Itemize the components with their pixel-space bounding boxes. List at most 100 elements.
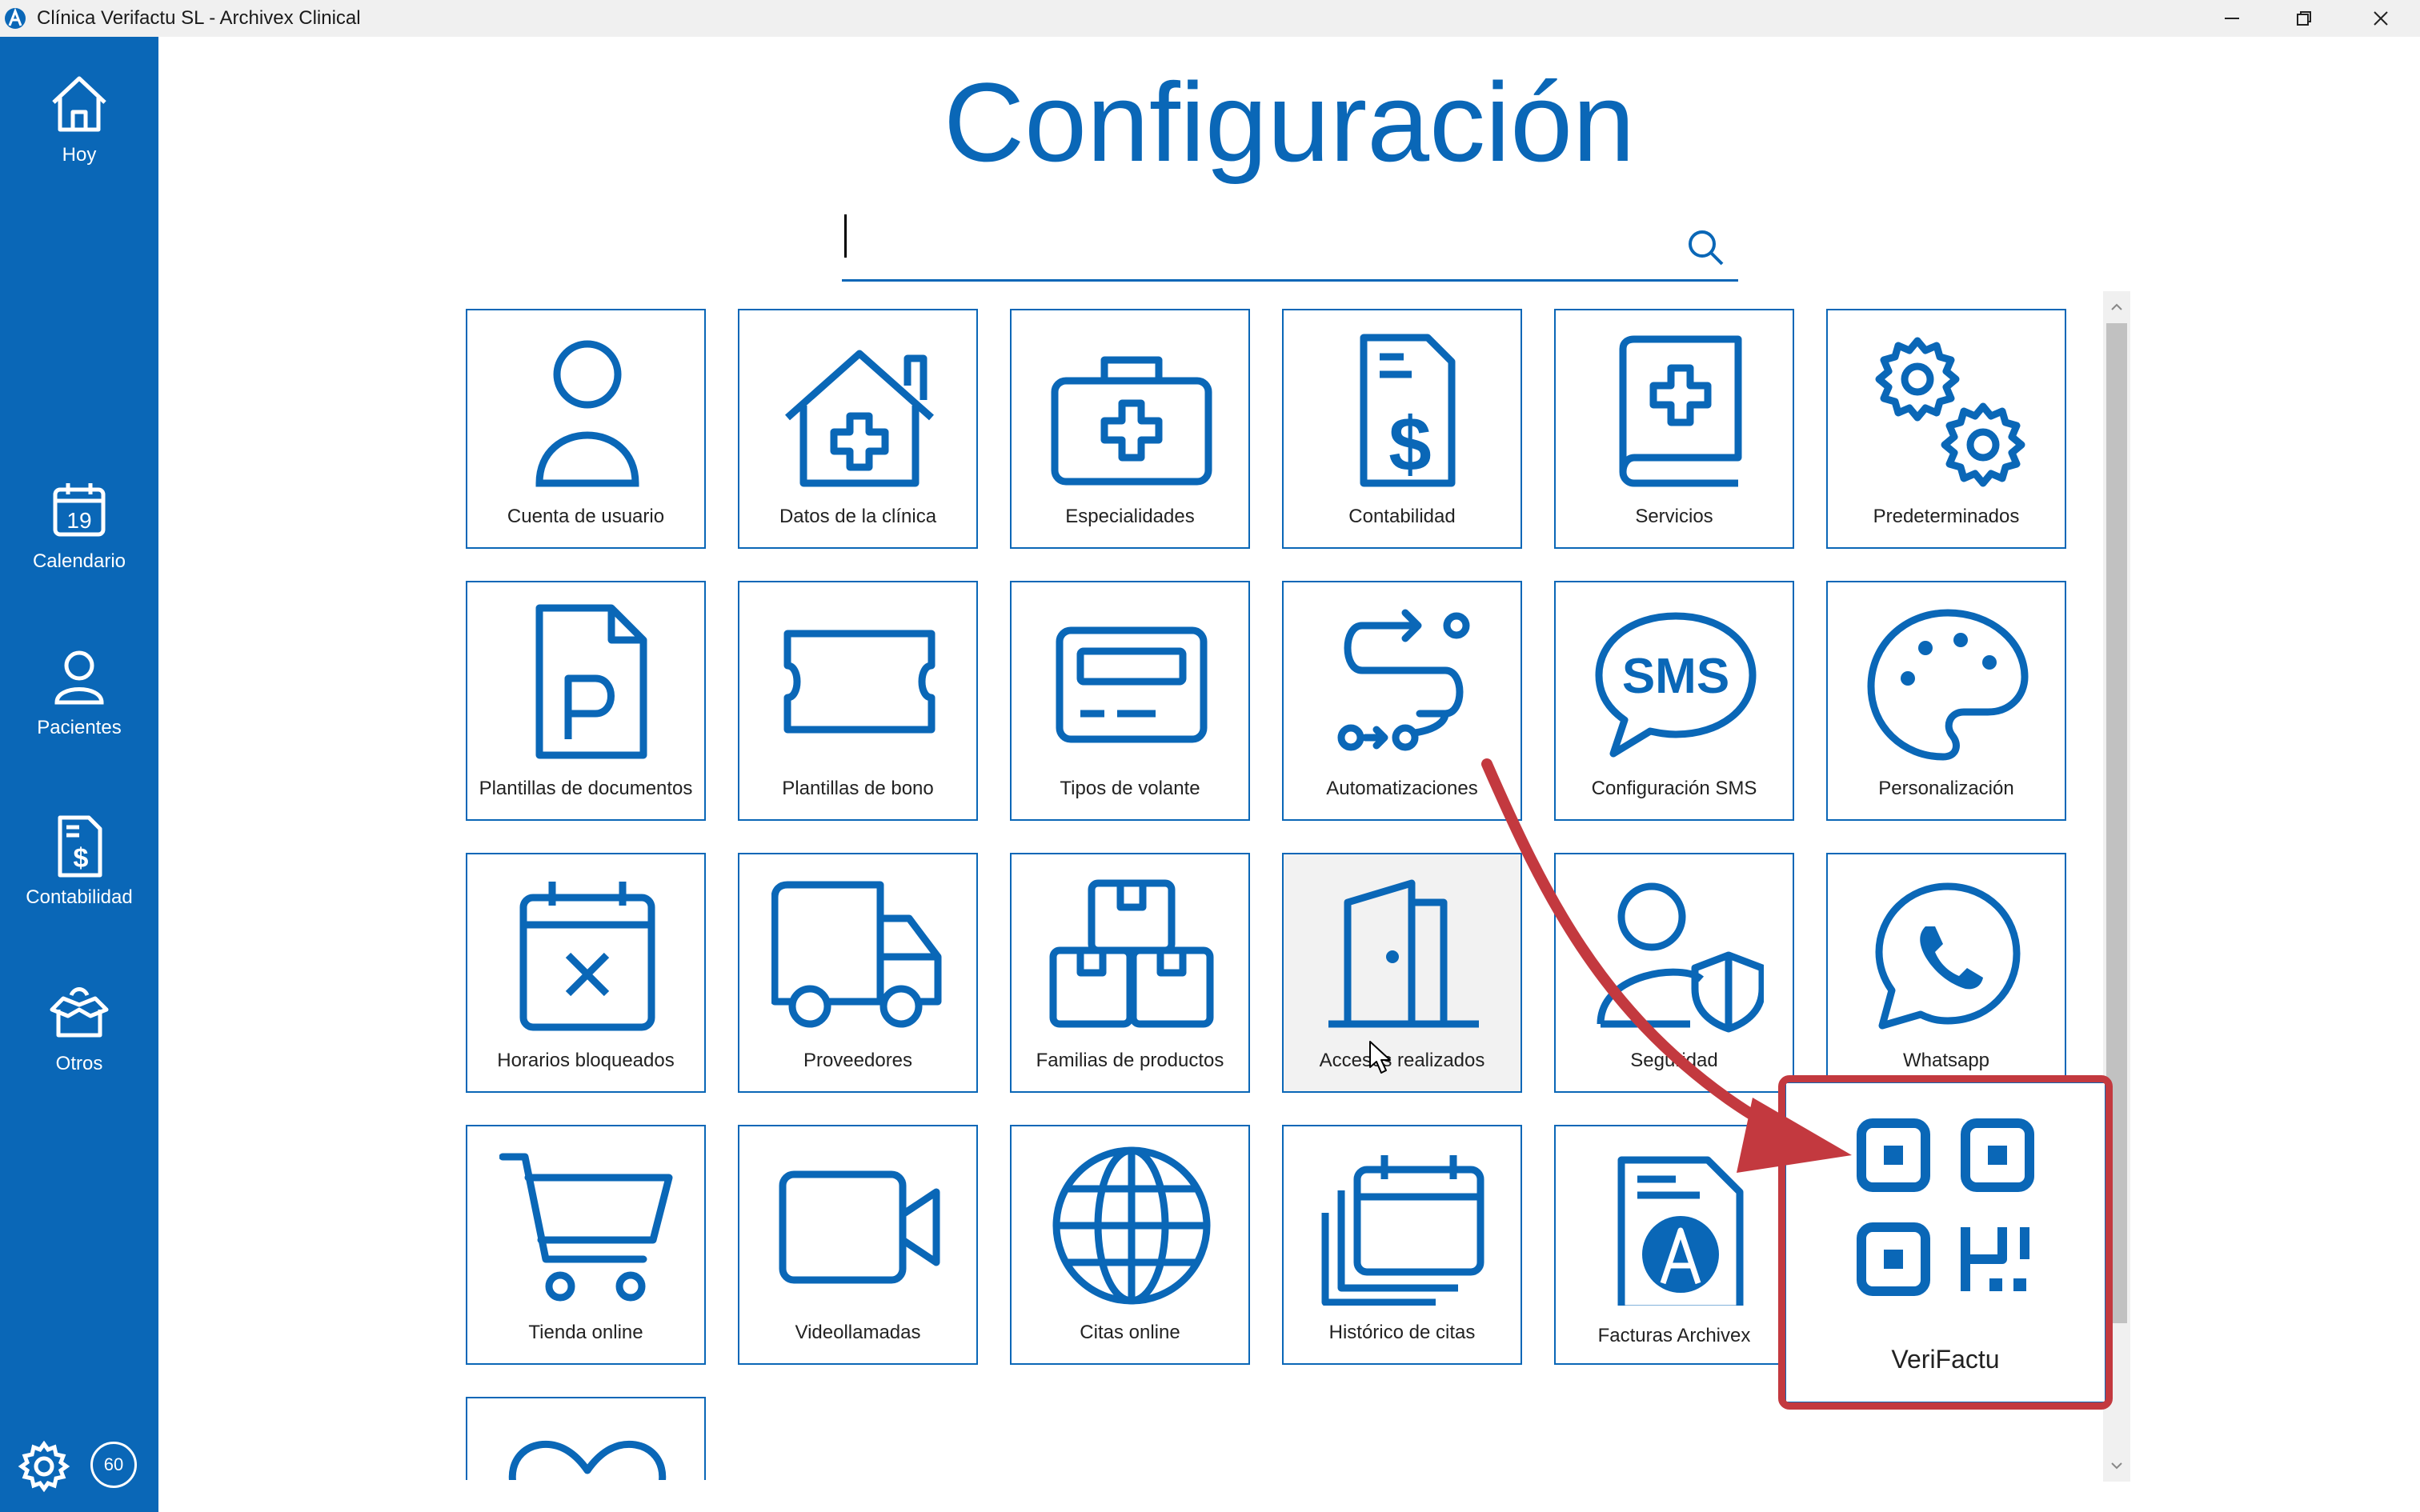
- tile-especialidades[interactable]: Especialidades: [1010, 309, 1250, 549]
- medical-kit-icon: [1051, 356, 1212, 486]
- tile-contabilidad[interactable]: $ Contabilidad: [1282, 309, 1522, 549]
- tile-label: Predeterminados: [1873, 506, 2020, 527]
- tile-plantillas-de-bono[interactable]: Plantillas de bono: [738, 581, 978, 821]
- tile-facturas-archivex[interactable]: Facturas Archivex: [1554, 1125, 1794, 1365]
- svg-text:SMS: SMS: [1622, 649, 1729, 704]
- tile-videollamadas[interactable]: Videollamadas: [738, 1125, 978, 1365]
- qr-code-icon: [1857, 1118, 2034, 1296]
- mouse-cursor-icon: [1369, 1041, 1391, 1074]
- tile-tienda-online[interactable]: Tienda online: [466, 1125, 706, 1365]
- tile-partial[interactable]: [466, 1397, 706, 1480]
- sidebar-item-label: Otros: [55, 1053, 103, 1074]
- sidebar-item-label: Pacientes: [37, 717, 122, 738]
- tile-plantillas-de-documentos[interactable]: Plantillas de documentos: [466, 581, 706, 821]
- sidebar-item-label: Contabilidad: [26, 886, 133, 908]
- tile-label: Servicios: [1635, 506, 1713, 527]
- close-icon: [2374, 11, 2388, 26]
- search-input[interactable]: [858, 211, 1661, 269]
- tile-label: Accesos realizados: [1319, 1050, 1485, 1071]
- tile-proveedores[interactable]: Proveedores: [738, 853, 978, 1093]
- tile-label: Especialidades: [1065, 506, 1195, 527]
- heart-icon: [508, 1440, 667, 1480]
- user-shield-icon: [1597, 882, 1764, 1033]
- sidebar-item-otros[interactable]: Otros: [0, 976, 158, 1075]
- tile-citas-online[interactable]: Citas online: [1010, 1125, 1250, 1365]
- tile-cuenta-de-usuario[interactable]: Cuenta de usuario: [466, 309, 706, 549]
- user-icon: [535, 340, 639, 487]
- invoice-dollar-icon: $: [1360, 334, 1456, 487]
- tile-verifactu[interactable]: VeriFactu: [1785, 1082, 2106, 1403]
- minimize-button[interactable]: [2196, 0, 2268, 37]
- tile-label: Horarios bloqueados: [497, 1050, 675, 1071]
- door-icon: [1328, 879, 1479, 1028]
- window-title: Clínica Verifactu SL - Archivex Clinical: [37, 7, 361, 29]
- gear-icon[interactable]: [18, 1440, 70, 1493]
- video-camera-icon: [779, 1170, 940, 1284]
- tile-whatsapp[interactable]: Whatsapp: [1826, 853, 2066, 1093]
- restore-icon: [2297, 11, 2311, 26]
- archivex-invoice-icon: [1617, 1156, 1744, 1306]
- tile-label: Familias de productos: [1036, 1050, 1224, 1071]
- calendar-icon: 19: [53, 483, 106, 537]
- voucher-card-icon: [1056, 626, 1208, 743]
- tile-configuracion-sms[interactable]: SMS Configuración SMS: [1554, 581, 1794, 821]
- tile-label: Datos de la clínica: [779, 506, 937, 527]
- cart-icon: [499, 1153, 673, 1302]
- tile-personalizacion[interactable]: Personalización: [1826, 581, 2066, 821]
- close-button[interactable]: [2345, 0, 2417, 37]
- workflow-icon: [1337, 609, 1470, 751]
- tile-datos-de-la-clinica[interactable]: Datos de la clínica: [738, 309, 978, 549]
- scroll-down-button[interactable]: [2103, 1450, 2130, 1482]
- tile-tipos-de-volante[interactable]: Tipos de volante: [1010, 581, 1250, 821]
- tile-historico-de-citas[interactable]: Histórico de citas: [1282, 1125, 1522, 1365]
- tile-label: Tipos de volante: [1060, 778, 1200, 799]
- tile-label: Cuenta de usuario: [507, 506, 665, 527]
- tile-familias-de-productos[interactable]: Familias de productos: [1010, 853, 1250, 1093]
- restore-button[interactable]: [2268, 0, 2340, 37]
- app-logo-icon: [5, 7, 26, 29]
- invoice-icon: $: [58, 815, 102, 878]
- medical-book-icon: [1619, 335, 1742, 487]
- tile-predeterminados[interactable]: Predeterminados: [1826, 309, 2066, 549]
- counter-badge[interactable]: 60: [90, 1442, 137, 1488]
- tile-horarios-bloqueados[interactable]: Horarios bloqueados: [466, 853, 706, 1093]
- truck-icon: [771, 881, 942, 1028]
- tile-label: Plantillas de bono: [782, 778, 934, 799]
- tile-seguridad[interactable]: Seguridad: [1554, 853, 1794, 1093]
- gears-icon: [1875, 337, 2025, 487]
- sidebar-item-label: Hoy: [62, 144, 97, 166]
- tile-accesos-realizados[interactable]: Accesos realizados: [1282, 853, 1522, 1093]
- vertical-scrollbar[interactable]: [2103, 291, 2130, 1482]
- home-icon: [52, 76, 106, 132]
- boxes-icon: [1049, 879, 1214, 1028]
- tile-automatizaciones[interactable]: Automatizaciones: [1282, 581, 1522, 821]
- search-box: [842, 205, 1738, 282]
- globe-icon: [1052, 1146, 1211, 1305]
- sidebar-item-calendario[interactable]: 19 Calendario: [0, 474, 158, 573]
- title-bar: Clínica Verifactu SL - Archivex Clinical: [0, 0, 2420, 37]
- ticket-icon: [783, 630, 936, 734]
- tile-label: Automatizaciones: [1326, 778, 1478, 799]
- sidebar-item-pacientes[interactable]: Pacientes: [0, 640, 158, 739]
- calendar-stack-icon: [1321, 1155, 1484, 1306]
- whatsapp-icon: [1875, 882, 2021, 1030]
- scroll-thumb[interactable]: [2106, 323, 2127, 1323]
- sidebar-item-contabilidad[interactable]: $ Contabilidad: [0, 810, 158, 909]
- calendar-x-icon: [519, 882, 655, 1031]
- search-icon[interactable]: [1684, 226, 1727, 269]
- open-box-icon: [50, 987, 109, 1038]
- svg-text:$: $: [1388, 402, 1431, 487]
- tile-label: Plantillas de documentos: [479, 778, 693, 799]
- page-title: Configuración: [944, 59, 1635, 185]
- scroll-up-button[interactable]: [2103, 291, 2130, 323]
- sidebar-item-hoy[interactable]: Hoy: [0, 67, 158, 166]
- clinic-house-icon: [785, 350, 934, 487]
- tile-label: Whatsapp: [1902, 1050, 1990, 1071]
- chevron-down-icon: [2111, 1462, 2122, 1470]
- sidebar-item-label: Calendario: [32, 550, 126, 572]
- tile-label: VeriFactu: [1891, 1345, 2000, 1374]
- palette-icon: [1867, 609, 2029, 761]
- tile-label: Facturas Archivex: [1597, 1325, 1751, 1346]
- document-p-icon: [535, 604, 647, 759]
- tile-servicios[interactable]: Servicios: [1554, 309, 1794, 549]
